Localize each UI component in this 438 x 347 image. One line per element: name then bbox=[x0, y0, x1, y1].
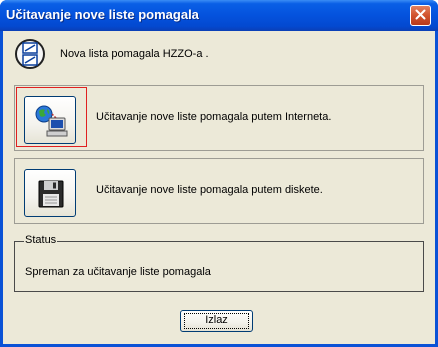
floppy-disk-icon bbox=[38, 180, 64, 208]
disk-option-label: Učitavanje nove liste pomagala putem dis… bbox=[96, 184, 323, 196]
close-icon bbox=[415, 9, 426, 23]
exit-button[interactable]: Izlaz bbox=[180, 310, 253, 332]
header-text: Nova lista pomagala HZZO-a . bbox=[60, 48, 209, 60]
load-internet-button[interactable] bbox=[24, 96, 76, 144]
title-bar[interactable]: Učitavanje nove liste pomagala bbox=[0, 0, 438, 31]
document-exchange-icon bbox=[14, 38, 46, 70]
status-text: Spreman za učitavanje liste pomagala bbox=[25, 266, 211, 278]
internet-option-label: Učitavanje nove liste pomagala putem Int… bbox=[96, 111, 332, 123]
dialog-window: Učitavanje nove liste pomagala Nova list… bbox=[0, 0, 438, 347]
disk-option-panel: Učitavanje nove liste pomagala putem dis… bbox=[14, 158, 424, 224]
dialog-body: Nova lista pomagala HZZO-a . Učitavanje … bbox=[3, 31, 435, 344]
window-title: Učitavanje nove liste pomagala bbox=[6, 7, 199, 22]
status-group: Status Spreman za učitavanje liste pomag… bbox=[14, 234, 424, 292]
globe-computer-icon bbox=[35, 105, 68, 137]
load-disk-button[interactable] bbox=[24, 169, 76, 217]
exit-button-label: Izlaz bbox=[205, 314, 228, 326]
status-legend: Status bbox=[24, 234, 58, 246]
internet-option-panel: Učitavanje nove liste pomagala putem Int… bbox=[14, 85, 424, 151]
close-button[interactable] bbox=[410, 5, 431, 26]
